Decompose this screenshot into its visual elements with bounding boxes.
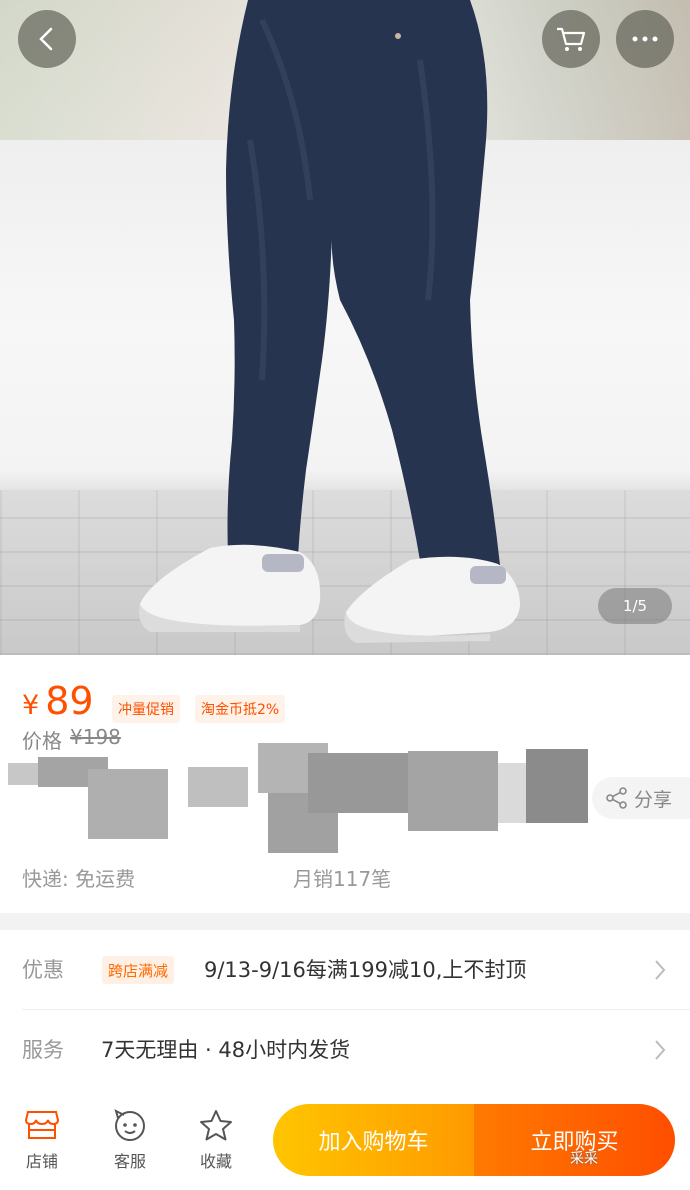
product-info-panel: ¥ 89 冲量促销 淘金币抵2% 价格 ¥198 分享 快递: 免运费 月销11…: [0, 655, 690, 913]
more-icon: [632, 36, 658, 42]
price-currency: ¥: [22, 690, 40, 721]
promo-badge-coins: 淘金币抵2%: [195, 695, 286, 723]
customer-service-label: 客服: [113, 1152, 146, 1171]
shop-button[interactable]: 店铺: [12, 1108, 72, 1172]
watermark-text: 采采: [570, 1151, 598, 1167]
star-icon: [200, 1110, 232, 1141]
shop-icon: [24, 1111, 60, 1139]
bottom-action-bar: 店铺 客服 收藏 加入购物车 立即购买: [0, 1090, 690, 1190]
chat-face-icon: [114, 1109, 145, 1141]
favorite-button[interactable]: 收藏: [186, 1108, 246, 1172]
product-photo-jeans: [139, 0, 520, 643]
chevron-left-icon: [39, 27, 53, 51]
promotion-badge: 跨店满减: [102, 956, 175, 984]
service-label: 服务: [22, 1038, 64, 1062]
shipping-info: 快递: 免运费: [22, 867, 136, 891]
share-button[interactable]: 分享: [592, 777, 690, 819]
cart-icon: [557, 27, 586, 51]
promotion-row[interactable]: 优惠 跨店满减 9/13-9/16每满199减10,上不封顶: [0, 930, 690, 1010]
cart-button[interactable]: [542, 10, 600, 68]
product-image-gallery[interactable]: 1/5: [0, 0, 690, 655]
service-row[interactable]: 服务 7天无理由 · 48小时内发货: [0, 1010, 690, 1090]
promotion-label: 优惠: [22, 958, 64, 982]
favorite-label: 收藏: [199, 1152, 232, 1171]
monthly-sales: 月销117笔: [293, 867, 392, 891]
add-to-cart-button[interactable]: 加入购物车: [273, 1104, 474, 1176]
share-icon: [606, 787, 627, 809]
customer-service-button[interactable]: 客服: [100, 1108, 160, 1172]
chevron-right-icon: [655, 1040, 666, 1060]
promotion-text: 9/13-9/16每满199减10,上不封顶: [204, 958, 527, 982]
service-text: 7天无理由 · 48小时内发货: [101, 1038, 351, 1062]
more-button[interactable]: [616, 10, 674, 68]
price: ¥ 89: [22, 679, 94, 723]
chevron-right-icon: [655, 960, 666, 980]
back-button[interactable]: [18, 10, 76, 68]
price-value: 89: [45, 679, 94, 723]
promo-badge-volume: 冲量促销: [112, 695, 180, 723]
share-label: 分享: [634, 788, 673, 811]
shop-label: 店铺: [25, 1152, 58, 1171]
purchase-buttons: 加入购物车 立即购买: [273, 1104, 675, 1176]
image-page-indicator: 1/5: [598, 588, 672, 624]
redacted-title-scribble: [8, 743, 588, 853]
